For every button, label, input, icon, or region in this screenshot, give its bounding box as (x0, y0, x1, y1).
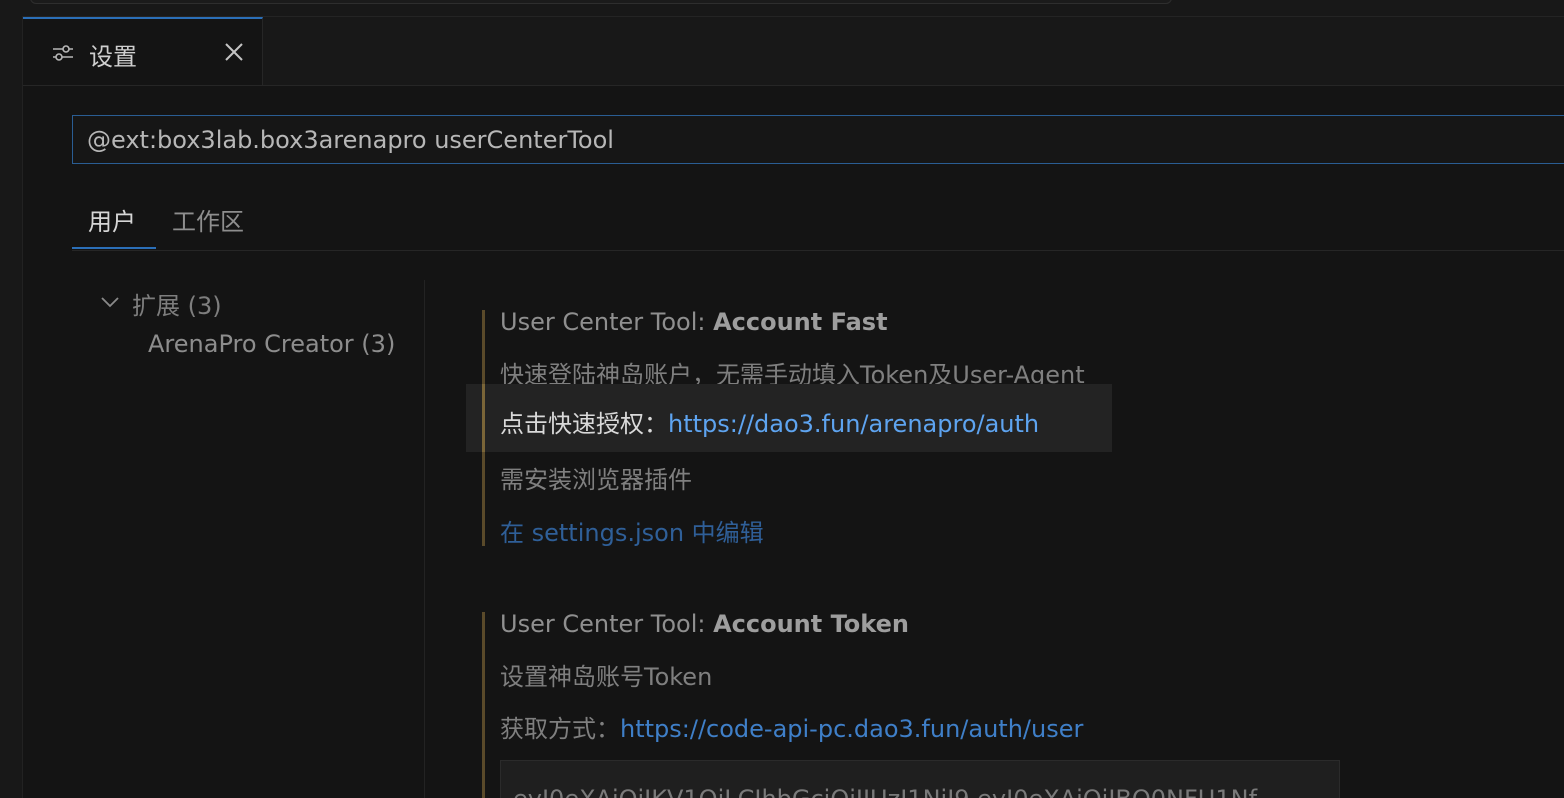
auth-link[interactable]: https://dao3.fun/arenapro/auth (668, 410, 1039, 438)
setting-description: 设置神岛账号Token (500, 663, 713, 691)
editor-tab-bar: 设置 (23, 17, 1564, 86)
modified-indicator (482, 612, 485, 798)
setting-account-token: User Center Tool: Account Token 设置神岛账号To… (482, 610, 1564, 798)
fetch-line: 获取方式：https://code-api-pc.dao3.fun/auth/u… (500, 709, 1083, 744)
close-icon[interactable] (223, 41, 245, 63)
fetch-label: 获取方式： (500, 715, 620, 743)
setting-account-fast: User Center Tool: Account Fast 快速登陆神岛账户，… (466, 308, 1564, 550)
settings-search-input[interactable] (87, 116, 1547, 163)
setting-title: User Center Tool: Account Token (500, 610, 909, 638)
scope-tabs: 用户 工作区 (72, 190, 1564, 251)
settings-search-box (72, 115, 1564, 164)
tab-workspace[interactable]: 工作区 (172, 202, 244, 237)
toc-item-arenapro-creator[interactable]: ArenaPro Creator (3) (148, 330, 395, 358)
chevron-down-icon[interactable] (100, 294, 120, 308)
tab-settings[interactable]: 设置 (23, 17, 263, 85)
auth-line: 点击快速授权：https://dao3.fun/arenapro/auth (500, 404, 1039, 439)
tab-user[interactable]: 用户 (88, 202, 136, 237)
hover-indicator (482, 384, 485, 452)
toc-divider (424, 280, 425, 798)
toc-item-extensions[interactable]: 扩展 (3) (132, 286, 222, 321)
setting-title-name: Account Token (713, 610, 909, 638)
top-strip (0, 0, 1564, 17)
token-input[interactable] (513, 761, 1333, 798)
auth-row: 点击快速授权：https://dao3.fun/arenapro/auth (466, 384, 1112, 452)
setting-title-prefix: User Center Tool: (500, 610, 714, 638)
settings-sliders-icon (51, 41, 75, 65)
auth-label: 点击快速授权： (500, 410, 668, 438)
edit-in-settings-json-link[interactable]: 在 settings.json 中编辑 (500, 513, 764, 548)
setting-title: User Center Tool: Account Fast (500, 308, 888, 336)
setting-title-prefix: User Center Tool: (500, 308, 714, 336)
fetch-link[interactable]: https://code-api-pc.dao3.fun/auth/user (620, 715, 1083, 743)
active-tab-underline (72, 247, 156, 249)
setting-title-name: Account Fast (713, 308, 888, 336)
left-gutter (0, 16, 23, 798)
settings-editor-window: 设置 用户 工作区 扩展 (3) ArenaPro Creator (3) (0, 0, 1564, 798)
settings-toc: 扩展 (3) ArenaPro Creator (3) (72, 280, 424, 798)
top-search-fragment[interactable] (30, 0, 1172, 4)
tab-title: 设置 (89, 43, 137, 71)
token-field (500, 760, 1340, 798)
setting-note: 需安装浏览器插件 (500, 466, 692, 494)
